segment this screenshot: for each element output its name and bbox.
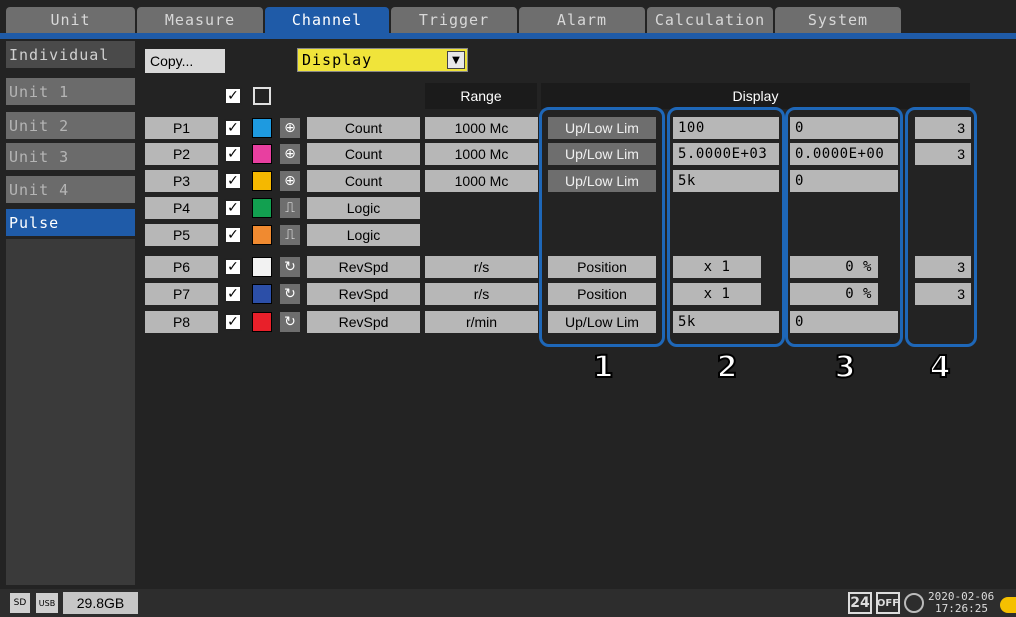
measure-type[interactable]: RevSpd: [307, 311, 420, 333]
usb-drive-icon: USB: [36, 593, 58, 613]
tab-unit[interactable]: Unit: [6, 7, 135, 33]
channel-enable-checkbox[interactable]: ✓: [224, 199, 242, 217]
measure-type[interactable]: RevSpd: [307, 256, 420, 278]
channel-enable-checkbox[interactable]: ✓: [224, 145, 242, 163]
sidebar-item-unit-4[interactable]: Unit 4: [6, 176, 135, 203]
instrument-screen: Unit Measure Channel Trigger Alarm Calcu…: [0, 0, 1016, 617]
sidebar-item-unit-1[interactable]: Unit 1: [6, 78, 135, 105]
channel-enable-checkbox[interactable]: ✓: [224, 119, 242, 137]
tab-trigger[interactable]: Trigger: [391, 7, 517, 33]
range-value[interactable]: 1000 Mc: [425, 170, 538, 192]
status-bar: SD USB 29.8GB 24 OFF 2020-02-06 17:26:25: [0, 589, 1016, 617]
display-header: Display: [541, 83, 970, 109]
power-indicator-icon: [1000, 597, 1016, 613]
channel-label[interactable]: P1: [145, 117, 218, 139]
counter-icon: ⊕: [280, 171, 300, 191]
callout-number-4: 4: [929, 349, 952, 386]
channel-enable-checkbox[interactable]: ✓: [224, 285, 242, 303]
rotation-icon: ↻: [280, 312, 300, 332]
channel-label[interactable]: P3: [145, 170, 218, 192]
counter-icon: ⊕: [280, 144, 300, 164]
channel-color-swatch[interactable]: [252, 312, 272, 332]
measure-type[interactable]: Count: [307, 170, 420, 192]
sidebar-item-unit-2[interactable]: Unit 2: [6, 112, 135, 139]
callout-number-2: 2: [716, 349, 739, 386]
callout-ring-4: [905, 107, 977, 347]
sidebar-item-unit-3[interactable]: Unit 3: [6, 143, 135, 170]
channel-color-swatch[interactable]: [252, 118, 272, 138]
range-value[interactable]: 1000 Mc: [425, 143, 538, 165]
tab-channel[interactable]: Channel: [265, 7, 389, 33]
channel-enable-checkbox[interactable]: ✓: [224, 313, 242, 331]
measure-type[interactable]: RevSpd: [307, 283, 420, 305]
tab-underline: [0, 33, 1016, 39]
deselect-all-checkbox[interactable]: [253, 87, 271, 105]
view-select[interactable]: Display ▼: [297, 48, 468, 72]
status-time: 17:26:25: [935, 602, 988, 615]
sidebar-empty-area: [6, 239, 135, 585]
channel-enable-checkbox[interactable]: ✓: [224, 172, 242, 190]
logic-icon: ⎍: [280, 198, 300, 218]
tab-alarm[interactable]: Alarm: [519, 7, 645, 33]
sd-card-icon: SD: [10, 593, 30, 613]
channel-label[interactable]: P5: [145, 224, 218, 246]
clock-sync-icon: [904, 593, 924, 613]
view-select-value: Display: [302, 51, 373, 69]
callout-ring-1: [539, 107, 665, 347]
range-value[interactable]: r/s: [425, 283, 538, 305]
sidebar-item-individual[interactable]: Individual: [6, 41, 135, 68]
tab-system[interactable]: System: [775, 7, 901, 33]
callout-number-3: 3: [834, 349, 857, 386]
copy-button[interactable]: Copy...: [145, 49, 225, 73]
logic-icon: ⎍: [280, 225, 300, 245]
storage-free: 29.8GB: [63, 592, 138, 614]
sidebar-item-pulse[interactable]: Pulse: [6, 209, 135, 236]
channel-label[interactable]: P7: [145, 283, 218, 305]
channel-color-swatch[interactable]: [252, 144, 272, 164]
channel-label[interactable]: P2: [145, 143, 218, 165]
measure-type[interactable]: Count: [307, 143, 420, 165]
measure-type[interactable]: Count: [307, 117, 420, 139]
range-value[interactable]: r/min: [425, 311, 538, 333]
channel-label[interactable]: P4: [145, 197, 218, 219]
callout-number-1: 1: [592, 349, 615, 386]
channel-enable-checkbox[interactable]: ✓: [224, 226, 242, 244]
measure-type[interactable]: Logic: [307, 224, 420, 246]
measure-type[interactable]: Logic: [307, 197, 420, 219]
range-value[interactable]: r/s: [425, 256, 538, 278]
rotation-icon: ↻: [280, 284, 300, 304]
select-all-checkbox[interactable]: ✓: [224, 87, 242, 105]
rotation-icon: ↻: [280, 257, 300, 277]
trigger-count-badge: 24: [848, 592, 872, 614]
tab-calculation[interactable]: Calculation: [647, 7, 773, 33]
counter-icon: ⊕: [280, 118, 300, 138]
range-header: Range: [425, 83, 537, 109]
channel-label[interactable]: P8: [145, 311, 218, 333]
channel-color-swatch[interactable]: [252, 171, 272, 191]
auto-save-off-badge: OFF: [876, 592, 900, 614]
channel-label[interactable]: P6: [145, 256, 218, 278]
channel-color-swatch[interactable]: [252, 225, 272, 245]
chevron-down-icon[interactable]: ▼: [447, 51, 465, 69]
channel-color-swatch[interactable]: [252, 284, 272, 304]
callout-ring-2: [667, 107, 785, 347]
channel-color-swatch[interactable]: [252, 198, 272, 218]
callout-ring-3: [785, 107, 903, 347]
channel-color-swatch[interactable]: [252, 257, 272, 277]
channel-enable-checkbox[interactable]: ✓: [224, 258, 242, 276]
range-value[interactable]: 1000 Mc: [425, 117, 538, 139]
tab-measure[interactable]: Measure: [137, 7, 263, 33]
